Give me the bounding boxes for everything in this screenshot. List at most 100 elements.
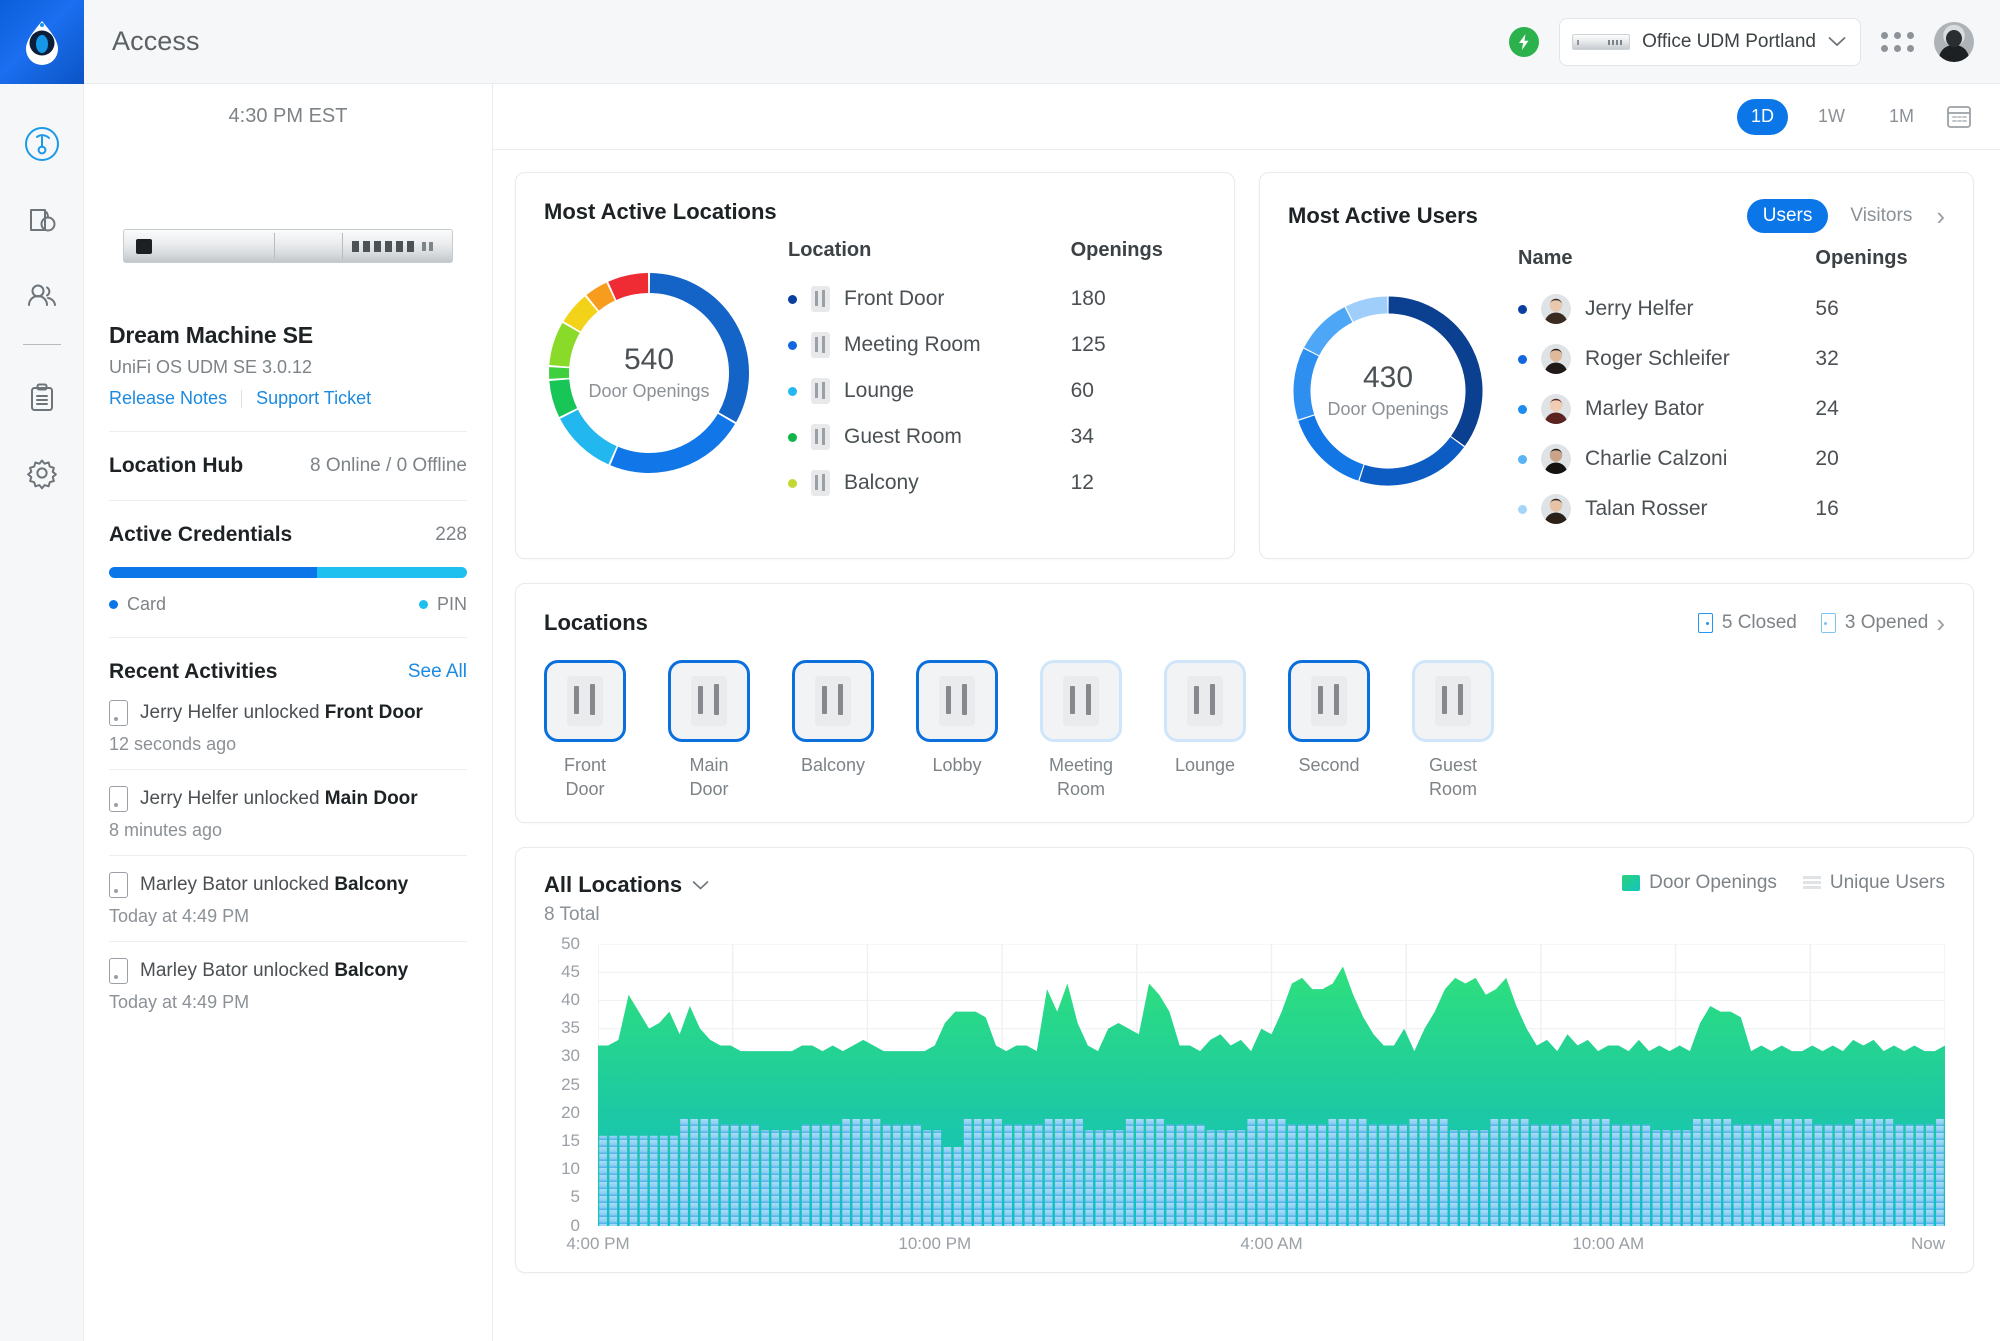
unique-users-bar	[1439, 1118, 1448, 1226]
location-tile[interactable]: Balcony	[792, 660, 874, 802]
activity-item[interactable]: Marley Bator unlocked Balcony Today at 4:…	[109, 942, 467, 1027]
series-dot-icon	[1518, 404, 1527, 414]
sidebar-item-doors[interactable]	[0, 182, 84, 258]
unique-users-bar	[1460, 1129, 1468, 1226]
location-tile[interactable]: Guest Room	[1412, 660, 1494, 802]
unique-users-bar	[1298, 1123, 1306, 1226]
unique-users-bar	[1115, 1129, 1124, 1226]
unique-users-bar	[1490, 1118, 1499, 1226]
unique-users-bar	[1196, 1123, 1205, 1226]
table-row[interactable]: Meeting Room 125	[788, 322, 1206, 368]
chevron-right-icon[interactable]: ›	[1928, 203, 1945, 229]
legend-unique-users: Unique Users	[1802, 871, 1945, 894]
unique-users-bar	[1429, 1118, 1438, 1226]
table-row[interactable]: Charlie Calzoni 20	[1518, 434, 1945, 484]
unique-users-bar	[761, 1129, 769, 1226]
range-1w[interactable]: 1W	[1804, 99, 1859, 135]
unique-users-bar	[1419, 1118, 1428, 1226]
unique-users-bar	[1287, 1123, 1296, 1226]
unique-users-bar	[1925, 1123, 1934, 1226]
tile-label: Second	[1298, 755, 1360, 775]
unique-users-bar	[1844, 1123, 1853, 1226]
location-tile[interactable]: Meeting Room	[1040, 660, 1122, 802]
unique-users-bar	[1105, 1129, 1114, 1226]
activity-item[interactable]: Jerry Helfer unlocked Front Door 12 secon…	[109, 684, 467, 770]
support-ticket-link[interactable]: Support Ticket	[256, 388, 371, 409]
x-axis: 4:00 PM 10:00 PM 4:00 AM 10:00 AM Now	[566, 1230, 1945, 1254]
unique-users-bar	[629, 1135, 638, 1226]
activity-item[interactable]: Marley Bator unlocked Balcony Today at 4:…	[109, 856, 467, 942]
active-credentials-total: 228	[435, 524, 467, 545]
tab-visitors[interactable]: Visitors	[1834, 199, 1928, 233]
sidebar-item-settings[interactable]	[0, 435, 84, 511]
console-selector[interactable]: Office UDM Portland	[1559, 17, 1861, 66]
locations-card: Locations 5 Closed 3 Opened › Front Door…	[515, 583, 1974, 823]
col-openings: Openings	[1070, 239, 1163, 261]
range-1m[interactable]: 1M	[1875, 99, 1928, 135]
table-row[interactable]: Front Door 180	[788, 276, 1206, 322]
sub-bar: 4:30 PM EST 1D 1W 1M	[84, 83, 2000, 150]
activity-item[interactable]: Jerry Helfer unlocked Main Door 8 minutes…	[109, 770, 467, 856]
unique-users-bar	[609, 1135, 618, 1226]
unique-users-bar	[1591, 1118, 1600, 1226]
credentials-pin-legend: PIN	[418, 594, 467, 615]
unique-users-bar	[791, 1129, 800, 1226]
location-tile[interactable]: Second	[1288, 660, 1370, 802]
door-reader-icon	[815, 676, 851, 726]
avatar[interactable]	[1934, 21, 1974, 62]
x-tick: 4:00 AM	[1240, 1233, 1303, 1253]
door-reader-icon	[1435, 676, 1471, 726]
unique-users-bar	[1672, 1129, 1681, 1226]
table-row[interactable]: Balcony 12	[788, 460, 1206, 506]
location-openings: 125	[1070, 333, 1106, 356]
unique-users-bar	[1368, 1123, 1377, 1226]
gear-icon	[26, 459, 57, 490]
chevron-right-icon[interactable]: ›	[1928, 610, 1945, 636]
activity-text: Jerry Helfer unlocked Main Door	[140, 788, 418, 809]
legend-door-openings: Door Openings	[1622, 872, 1777, 894]
door-reader-icon	[811, 332, 830, 358]
unique-users-bar	[892, 1123, 901, 1226]
chevron-down-icon[interactable]	[692, 880, 709, 890]
sidebar-item-logs[interactable]	[0, 359, 84, 435]
unique-users-bar	[1794, 1118, 1802, 1226]
user-name: Marley Bator	[1585, 397, 1705, 420]
unique-users-bar	[680, 1118, 688, 1226]
unique-users-bar	[1095, 1129, 1104, 1226]
activity-text: Marley Bator unlocked Balcony	[140, 960, 409, 981]
door-reader-tile	[1288, 660, 1370, 742]
tab-users[interactable]: Users	[1746, 199, 1829, 233]
table-row[interactable]: Guest Room 34	[788, 414, 1206, 460]
table-row[interactable]: Marley Bator 24	[1518, 384, 1945, 434]
locations-donut-value: 540	[623, 343, 675, 376]
table-row[interactable]: Talan Rosser 16	[1518, 484, 1945, 534]
unique-users-bar	[1895, 1123, 1904, 1226]
calendar-icon[interactable]	[1944, 103, 1974, 131]
location-tile[interactable]: Lobby	[916, 660, 998, 802]
sidebar-item-dashboard[interactable]	[0, 106, 84, 182]
sidebar-item-users[interactable]	[0, 258, 84, 334]
bolt-icon[interactable]	[1509, 26, 1540, 57]
location-name-cell: Balcony	[788, 460, 1071, 506]
app-grid-icon[interactable]	[1881, 31, 1914, 52]
location-tile[interactable]: Front Door	[544, 660, 626, 802]
table-row[interactable]: Jerry Helfer 56	[1518, 284, 1945, 334]
release-notes-link[interactable]: Release Notes	[109, 388, 227, 409]
unique-users-bar	[619, 1135, 628, 1226]
users-icon	[27, 284, 56, 306]
location-tile[interactable]: Lounge	[1164, 660, 1246, 802]
card-credential-icon	[109, 786, 128, 812]
location-tile[interactable]: Main Door	[668, 660, 750, 802]
unifi-logo[interactable]	[0, 0, 84, 84]
series-dot-icon	[788, 386, 797, 396]
range-1d[interactable]: 1D	[1736, 98, 1788, 135]
unique-users-bar	[1358, 1118, 1367, 1226]
table-row[interactable]: Roger Schleifer 32	[1518, 334, 1945, 384]
table-row[interactable]: Lounge 60	[788, 368, 1206, 414]
y-tick: 45	[561, 961, 580, 981]
unique-users-bar	[649, 1135, 658, 1226]
unique-users-bar	[1743, 1123, 1752, 1226]
see-all-link[interactable]: See All	[408, 661, 467, 683]
legend-unique-users-label: Unique Users	[1829, 871, 1945, 893]
top-bar: Access Office UDM Portland	[84, 0, 2000, 84]
